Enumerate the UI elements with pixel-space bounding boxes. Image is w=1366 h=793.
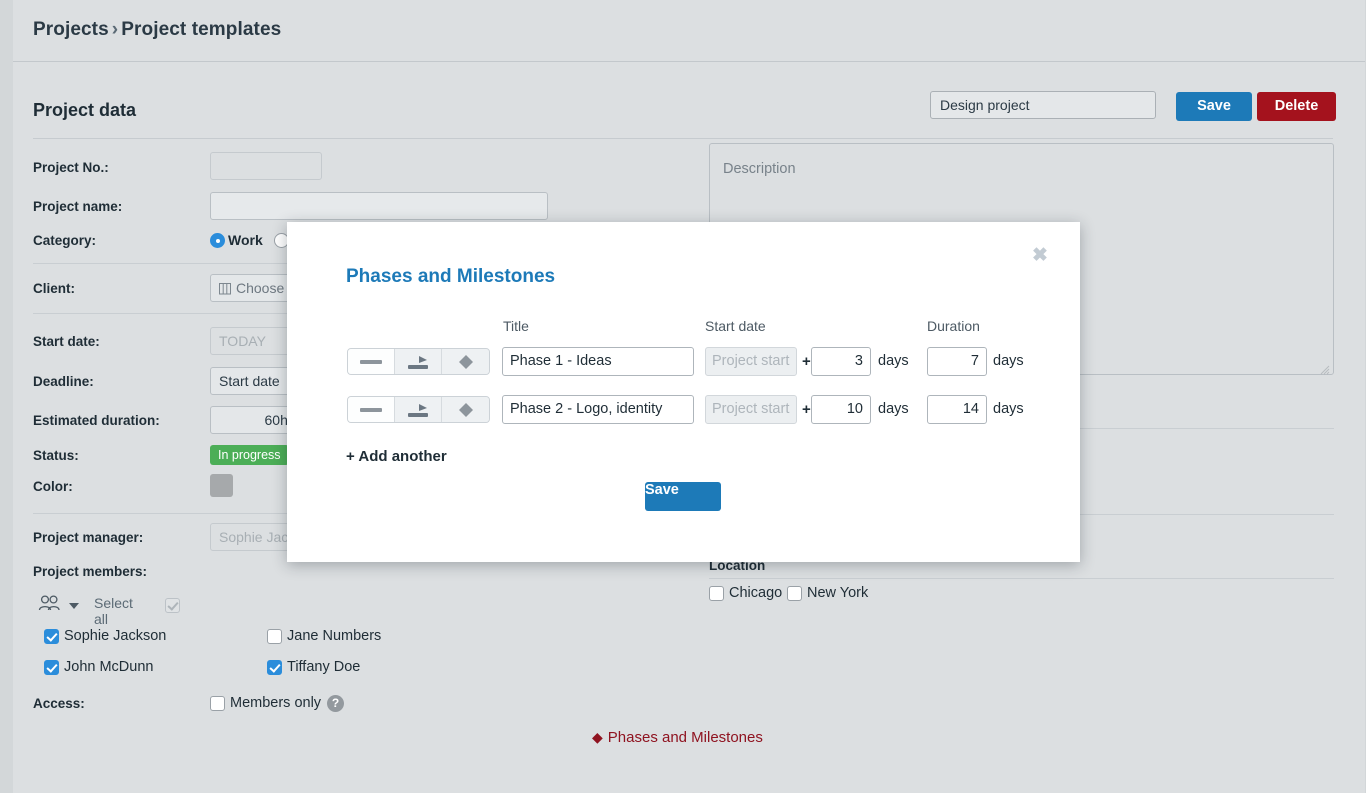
project-no-label: Project No.: — [33, 160, 109, 175]
building-icon — [219, 277, 231, 301]
select-all-label: Select all — [94, 595, 133, 627]
deadline-label: Deadline: — [33, 374, 94, 389]
building-icon-svg — [219, 283, 231, 295]
start-date-label: Start date: — [33, 334, 100, 349]
phase-offset-unit-1: days — [878, 401, 909, 417]
phase-plus-sign-0: + — [802, 353, 811, 370]
phase-offset-input-1[interactable]: 10 — [811, 395, 871, 424]
phase-type-selector-0[interactable] — [347, 348, 490, 375]
column-header-duration: Duration — [927, 318, 980, 334]
estimated-duration-label: Estimated duration: — [33, 413, 160, 428]
category-label: Category: — [33, 233, 97, 248]
phase-type-diamond-1[interactable] — [442, 397, 489, 422]
select-all-checkbox[interactable] — [165, 598, 180, 613]
page-title: Project data — [33, 100, 137, 120]
breadcrumb: Projects › Project templates — [33, 19, 281, 41]
phase-start-date-field-0[interactable]: Project start — [705, 347, 797, 376]
modal-save-button[interactable]: Save — [645, 482, 721, 511]
phase-type-diamond-0[interactable] — [442, 349, 489, 374]
phases-and-milestones-link-label: Phases and Milestones — [607, 729, 763, 746]
phase-start-date-field-1[interactable]: Project start — [705, 395, 797, 424]
member-label-3: Tiffany Doe — [287, 659, 361, 675]
phase-duration-input-0[interactable]: 7 — [927, 347, 987, 376]
member-checkbox-2[interactable] — [44, 660, 59, 675]
client-label: Client: — [33, 281, 75, 296]
phase-type-bar-0[interactable] — [348, 349, 395, 374]
help-icon[interactable]: ? — [327, 695, 344, 712]
member-checkbox-0[interactable] — [44, 629, 59, 644]
phase-offset-input-0[interactable]: 3 — [811, 347, 871, 376]
client-picker-label: Choose — [236, 280, 285, 296]
diamond-icon — [458, 402, 473, 417]
chevron-down-icon[interactable] — [69, 603, 79, 609]
member-checkbox-3[interactable] — [267, 660, 282, 675]
diamond-icon: ◆ — [592, 729, 603, 745]
delete-button[interactable]: Delete — [1257, 92, 1336, 121]
phase-title-input-1[interactable]: Phase 2 - Logo, identity — [502, 395, 694, 424]
description-placeholder: Description — [723, 161, 796, 177]
location-label-new-york: New York — [807, 585, 869, 601]
phase-type-bar-1[interactable] — [348, 397, 395, 422]
add-another-button[interactable]: + Add another — [346, 448, 447, 465]
member-label-1: Jane Numbers — [287, 628, 382, 644]
breadcrumb-current[interactable]: Project templates — [121, 19, 281, 40]
member-label-2: John McDunn — [64, 659, 154, 675]
location-checkbox-new-york[interactable] — [787, 586, 802, 601]
diamond-icon — [458, 354, 473, 369]
phase-type-flag-0[interactable] — [395, 349, 442, 374]
category-radio-work-label: Work — [228, 232, 263, 248]
status-label: Status: — [33, 448, 79, 463]
breadcrumb-bar: Projects › Project templates — [13, 0, 1365, 62]
group-icon-svg — [38, 595, 60, 611]
flag-icon — [408, 355, 428, 369]
phase-title-input-0[interactable]: Phase 1 - Ideas — [502, 347, 694, 376]
template-name-input[interactable]: Design project — [930, 91, 1156, 119]
close-icon[interactable]: ✖ — [1032, 246, 1048, 265]
project-name-label: Project name: — [33, 199, 123, 214]
column-header-title: Title — [503, 318, 529, 334]
member-label-0: Sophie Jackson — [64, 628, 167, 644]
phases-and-milestones-link[interactable]: ◆ Phases and Milestones — [592, 729, 763, 746]
phase-duration-input-1[interactable]: 14 — [927, 395, 987, 424]
color-label: Color: — [33, 479, 73, 494]
phase-type-selector-1[interactable] — [347, 396, 490, 423]
flag-icon — [408, 403, 428, 417]
location-label-chicago: Chicago — [729, 585, 783, 601]
project-members-label: Project members: — [33, 564, 148, 579]
column-header-start-date: Start date — [705, 318, 766, 334]
breadcrumb-separator: › — [111, 19, 119, 40]
access-members-only-checkbox[interactable] — [210, 696, 225, 711]
project-manager-label: Project manager: — [33, 530, 144, 545]
title-divider — [33, 138, 1333, 139]
phase-duration-unit-0: days — [993, 353, 1024, 369]
phase-type-flag-1[interactable] — [395, 397, 442, 422]
phase-duration-unit-1: days — [993, 401, 1024, 417]
color-swatch[interactable] — [210, 474, 233, 497]
category-radio-work[interactable] — [210, 233, 225, 248]
phase-offset-unit-0: days — [878, 353, 909, 369]
save-button[interactable]: Save — [1176, 92, 1252, 121]
modal-title: Phases and Milestones — [346, 266, 556, 287]
project-no-input[interactable] — [210, 152, 322, 180]
location-checkbox-chicago[interactable] — [709, 586, 724, 601]
project-name-input[interactable] — [210, 192, 548, 220]
app-window: Projects › Project templates Project data … — [0, 0, 1366, 793]
breadcrumb-root[interactable]: Projects — [33, 19, 109, 40]
bar-icon — [360, 359, 382, 364]
phase-plus-sign-1: + — [802, 401, 811, 418]
member-checkbox-1[interactable] — [267, 629, 282, 644]
status-badge[interactable]: In progress — [210, 445, 289, 465]
bar-icon — [360, 407, 382, 412]
resize-grip-svg — [1320, 365, 1330, 375]
right-divider-3 — [709, 578, 1334, 579]
resize-grip-icon[interactable] — [1320, 362, 1330, 375]
access-label: Access: — [33, 696, 85, 711]
group-icon — [38, 595, 62, 616]
access-members-only-label: Members only — [230, 695, 322, 711]
